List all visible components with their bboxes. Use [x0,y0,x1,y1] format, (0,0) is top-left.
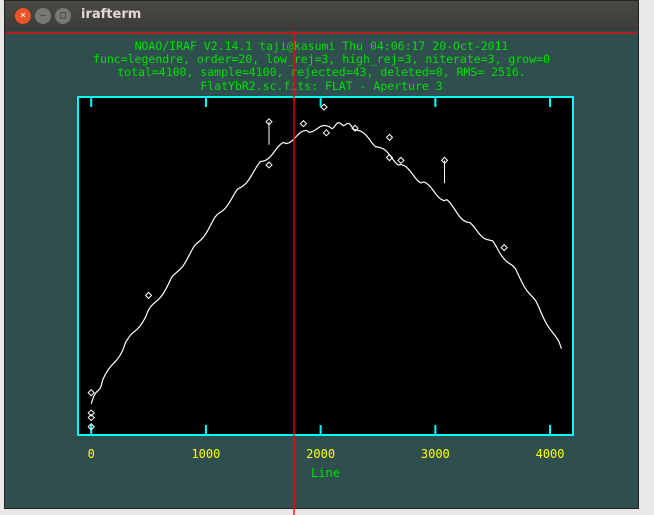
x-tick-label: 4000 [536,447,565,461]
x-tick-label: 3000 [421,447,450,461]
plot-canvas[interactable]: 010002000300040002.00E52.50E53.00E53.50E… [0,0,654,515]
plot-frame [77,96,574,436]
x-tick-label: 0 [88,447,95,461]
x-axis-label: Line [311,466,340,480]
x-tick-label: 1000 [191,447,220,461]
x-tick-label: 2000 [306,447,335,461]
